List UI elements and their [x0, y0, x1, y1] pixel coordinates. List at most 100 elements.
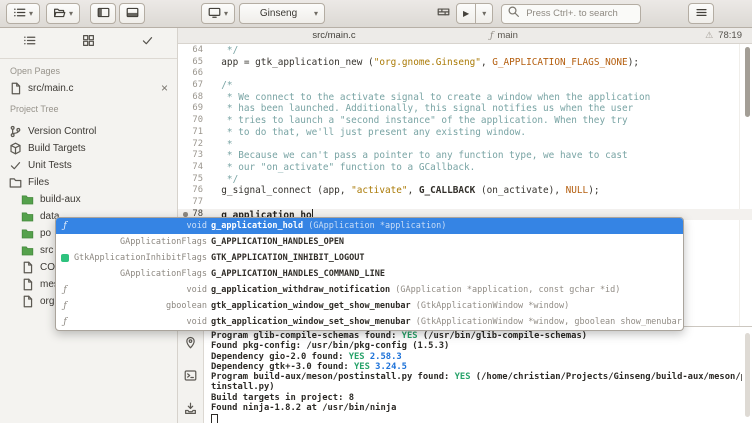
sidebar-tab-pages[interactable]	[0, 28, 59, 58]
completion-return-type: void	[71, 317, 207, 327]
tree-item-unit-tests[interactable]: Unit Tests	[0, 157, 177, 174]
open-page-item[interactable]: src/main.c ×	[0, 79, 177, 97]
panel-tab-strip	[178, 327, 204, 423]
cursor-position: 78:19	[718, 30, 742, 41]
document-title[interactable]: src/main.c	[178, 30, 490, 41]
project-menu-button[interactable]: Ginseng ▾	[239, 3, 325, 24]
code-line-text: * our "on_activate" function to a GCallb…	[210, 162, 752, 174]
code-line-76[interactable]: 76 g_signal_connect (app, "activate", G_…	[178, 185, 752, 197]
line-number: 73	[178, 150, 210, 162]
cube-icon	[9, 142, 22, 155]
code-line-66[interactable]: 66	[178, 68, 752, 80]
tree-item-label: Files	[28, 177, 49, 188]
code-line-75[interactable]: 75 */	[178, 174, 752, 186]
open-file-icon	[53, 6, 66, 22]
sidebar-tab-todo[interactable]	[118, 28, 177, 58]
open-page-label: src/main.c	[28, 83, 155, 94]
code-line-67[interactable]: 67 /*	[178, 80, 752, 92]
code-line-64[interactable]: 64 */	[178, 45, 752, 57]
line-number: 66	[178, 68, 210, 80]
completion-item[interactable]: ƒvoidg_application_hold (GApplication *a…	[56, 218, 683, 234]
completion-item[interactable]: ƒvoidgtk_application_window_set_show_men…	[56, 314, 683, 330]
code-line-68[interactable]: 68 * We connect to the activate signal t…	[178, 92, 752, 104]
search-input[interactable]	[524, 7, 635, 20]
editor-top-bar: src/main.c ƒ main ⚠ 78:19	[178, 28, 752, 44]
symbol-breadcrumb[interactable]: ƒ main	[490, 30, 518, 41]
tree-item-build-aux[interactable]: build-aux	[0, 191, 177, 208]
code-line-65[interactable]: 65 app = gtk_application_new ("org.gnome…	[178, 57, 752, 69]
build-output-line: Found pkg-config: /usr/bin/pkg-config (1…	[211, 341, 742, 351]
surfaces-icon	[13, 6, 26, 22]
code-line-69[interactable]: 69 * has been launched. Additionally, th…	[178, 103, 752, 115]
completion-return-type: GApplicationFlags	[71, 269, 207, 279]
code-line-text: */	[210, 174, 752, 186]
sidebar-tab-build[interactable]	[59, 28, 118, 58]
code-line-text	[210, 68, 752, 80]
run-options-button[interactable]: ▾	[475, 3, 493, 24]
terminal-icon[interactable]	[184, 369, 197, 387]
completion-return-type: GtkApplicationInhibitFlags	[71, 253, 207, 263]
code-line-72[interactable]: 72 *	[178, 139, 752, 151]
pages-list-icon	[23, 34, 36, 52]
line-number: 71	[178, 127, 210, 139]
tree-item-files[interactable]: Files	[0, 174, 177, 191]
code-line-71[interactable]: 71 * to do that, we'll just present any …	[178, 127, 752, 139]
code-line-77[interactable]: 77	[178, 197, 752, 209]
hamburger-icon	[695, 6, 708, 22]
run-button[interactable]: ▶	[456, 3, 476, 24]
build-output-line: Program glib-compile-schemas found: YES …	[211, 331, 742, 341]
editor-scrollbar[interactable]	[745, 47, 750, 117]
primary-menu-button[interactable]	[688, 3, 714, 24]
todo-check-icon	[141, 34, 154, 52]
surface-menu-button[interactable]: ▾	[6, 3, 40, 24]
global-search[interactable]	[501, 4, 641, 24]
toggle-left-panel-button[interactable]	[90, 3, 116, 24]
chevron-down-icon: ▾	[224, 10, 228, 18]
code-line-text: * We connect to the activate signal to c…	[210, 92, 752, 104]
completion-return-type: gboolean	[71, 301, 207, 311]
completion-popup: ƒvoidg_application_hold (GApplication *a…	[55, 217, 684, 331]
code-line-text: * has been launched. Additionally, this …	[210, 103, 752, 115]
deploy-icon[interactable]	[184, 402, 197, 420]
builder-window: ▾ ▾ ▾ Ginseng ▾ ▶ ▾	[0, 0, 752, 423]
open-document-button[interactable]: ▾	[46, 3, 80, 24]
monitor-icon	[208, 6, 221, 22]
tree-item-version-control[interactable]: Version Control	[0, 123, 177, 140]
file-icon	[9, 82, 22, 95]
completion-item[interactable]: GtkApplicationInhibitFlagsGTK_APPLICATIO…	[56, 250, 683, 266]
code-line-text: app = gtk_application_new ("org.gnome.Gi…	[210, 57, 752, 69]
code-line-text: * tries to launch a "second instance" of…	[210, 115, 752, 127]
completion-params: (GtkApplicationWindow *window)	[411, 301, 570, 311]
search-icon	[507, 5, 520, 23]
line-number: 70	[178, 115, 210, 127]
code-line-74[interactable]: 74 * our "on_activate" function to a GCa…	[178, 162, 752, 174]
completion-item[interactable]: GApplicationFlags G_APPLICATION_HANDLES_C…	[56, 266, 683, 282]
completion-item[interactable]: GApplicationFlags G_APPLICATION_HANDLES_O…	[56, 234, 683, 250]
completion-name: G_APPLICATION_HANDLES_COMMAND_LINE	[211, 269, 385, 279]
completion-item[interactable]: ƒgbooleangtk_application_window_get_show…	[56, 298, 683, 314]
completion-return-type: GApplicationFlags	[71, 237, 207, 247]
build-output[interactable]: Program glib-compile-schemas found: YES …	[211, 331, 742, 423]
close-icon[interactable]: ×	[161, 82, 168, 94]
code-line-70[interactable]: 70 * tries to launch a "second instance"…	[178, 115, 752, 127]
toggle-bottom-panel-button[interactable]	[119, 3, 145, 24]
branch-icon	[9, 125, 22, 138]
code-line-text: * Because we can't pass a pointer to any…	[210, 150, 752, 162]
tree-item-label: po	[40, 228, 51, 239]
tree-item-label: Version Control	[28, 126, 96, 137]
completion-name: G_APPLICATION_HANDLES_OPEN	[211, 237, 344, 247]
device-menu-button[interactable]: ▾	[201, 3, 235, 24]
completion-name: gtk_application_window_get_show_menubar	[211, 301, 411, 311]
function-icon: ƒ	[56, 221, 71, 231]
check-icon	[9, 159, 22, 172]
pin-icon[interactable]	[184, 336, 197, 354]
build-output-line: Dependency gio-2.0 found: YES 2.58.3	[211, 352, 742, 362]
folder-icon	[21, 193, 34, 206]
tree-item-build-targets[interactable]: Build Targets	[0, 140, 177, 157]
panel-scrollbar[interactable]	[745, 333, 750, 417]
code-line-73[interactable]: 73 * Because we can't pass a pointer to …	[178, 150, 752, 162]
completion-item[interactable]: ƒvoidg_application_withdraw_notification…	[56, 282, 683, 298]
line-number: 69	[178, 103, 210, 115]
code-line-text: /*	[210, 80, 752, 92]
line-number: 76	[178, 185, 210, 197]
